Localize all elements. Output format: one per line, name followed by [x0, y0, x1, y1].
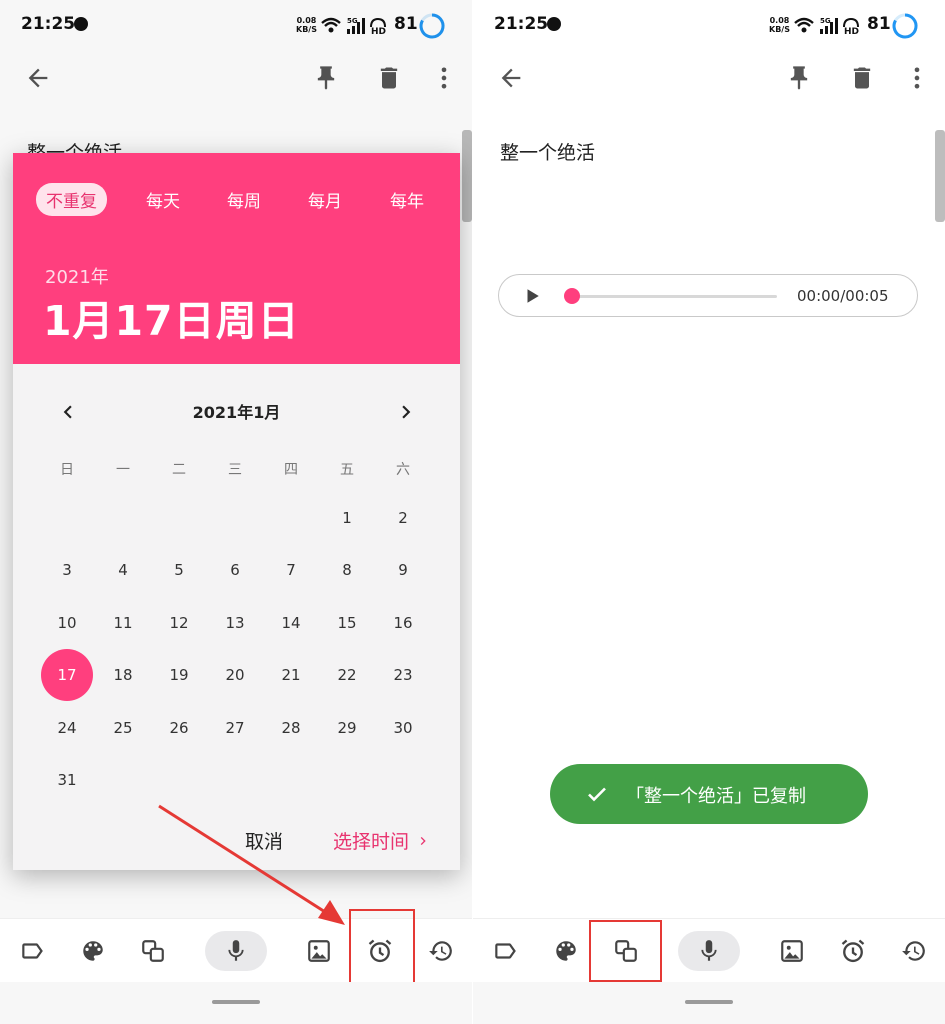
net-speed: 0.08 KB/S — [769, 16, 790, 34]
right-screen: 21:25 0.08 KB/S 5G HD 81 整一个绝活 00:00/00:… — [473, 0, 945, 1024]
more-vert-icon[interactable] — [903, 64, 931, 92]
play-icon[interactable] — [523, 287, 541, 305]
color-button[interactable] — [548, 933, 584, 969]
audio-player: 00:00/00:05 — [498, 274, 918, 317]
status-time: 21:25 — [494, 14, 549, 34]
image-button[interactable] — [774, 933, 810, 969]
highlight-box — [589, 920, 662, 982]
home-indicator[interactable] — [212, 1000, 260, 1004]
signal-label: 5G — [820, 17, 831, 25]
battery-level: 81 — [867, 14, 891, 34]
app-bar — [473, 52, 945, 108]
toast-text: 「整一个绝活」已复制 — [626, 786, 806, 807]
mic-icon — [701, 940, 717, 961]
scrollbar-thumb[interactable] — [935, 130, 945, 222]
hd-label: HD — [844, 27, 859, 37]
annotation-arrow-icon — [158, 804, 345, 925]
check-icon — [588, 787, 606, 802]
left-screen: 21:25 0.08 KB/S 5G HD 81 整一个绝活 — [0, 0, 472, 1024]
note-title[interactable]: 整一个绝活 — [500, 138, 595, 165]
history-button[interactable] — [896, 933, 932, 969]
audio-progress-track[interactable] — [573, 295, 777, 298]
notification-dot-icon — [547, 17, 561, 31]
bottom-toolbar — [473, 918, 945, 982]
delete-icon[interactable] — [848, 64, 876, 92]
label-button[interactable] — [487, 933, 523, 969]
status-bar: 21:25 0.08 KB/S 5G HD 81 — [473, 0, 945, 52]
audio-time: 00:00/00:05 — [797, 287, 889, 305]
history-icon — [902, 941, 925, 961]
system-nav-bar — [0, 982, 472, 1024]
back-arrow-icon[interactable] — [497, 64, 525, 92]
alarm-icon — [841, 939, 865, 963]
net-speed-unit: KB/S — [769, 25, 790, 34]
image-icon — [781, 940, 803, 962]
net-speed-value: 0.08 — [769, 16, 790, 25]
system-nav-bar — [473, 982, 945, 1024]
home-indicator[interactable] — [685, 1000, 733, 1004]
label-icon — [495, 943, 516, 959]
battery-ring-icon — [892, 13, 918, 39]
copied-toast: 「整一个绝活」已复制 — [550, 764, 868, 824]
connectivity-icons: 5G HD — [794, 17, 859, 37]
palette-icon — [556, 941, 576, 961]
pin-icon[interactable] — [785, 64, 813, 92]
voice-button[interactable] — [678, 931, 740, 971]
audio-seek-handle[interactable] — [564, 288, 580, 304]
reminder-button[interactable] — [835, 933, 871, 969]
